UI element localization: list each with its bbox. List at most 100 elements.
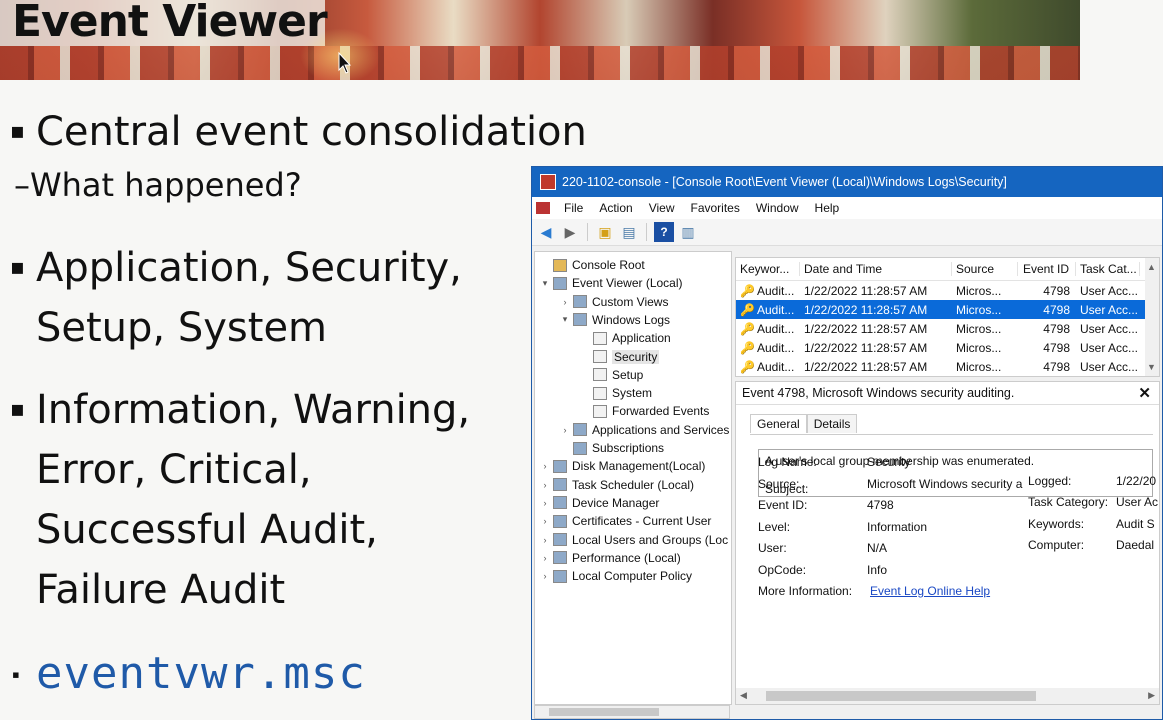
bullet-text: Setup, System <box>36 305 328 351</box>
menu-file[interactable]: File <box>556 201 591 215</box>
event-cell: 🔑 Audit... <box>736 360 800 374</box>
tree-horizontal-scrollbar[interactable] <box>534 705 730 719</box>
back-arrow-icon[interactable]: ◀ <box>536 222 556 242</box>
scroll-down-icon[interactable]: ▼ <box>1147 362 1156 372</box>
bullet-text: Central event consolidation <box>36 109 587 155</box>
tree-item-3[interactable]: ▾ Windows Logs <box>559 311 670 329</box>
window-menu-icon[interactable] <box>536 202 550 214</box>
tree-item-17[interactable]: › Local Computer Policy <box>539 567 693 585</box>
tab-general[interactable]: General <box>750 414 807 433</box>
tab-details[interactable]: Details <box>806 414 858 433</box>
tree-item-5[interactable]: Security <box>579 348 660 366</box>
event-row[interactable]: 🔑 Audit... 1/22/2022 11:28:57 AM Micros... 4… <box>736 319 1159 338</box>
event-cell: Micros... <box>956 321 1002 336</box>
expand-chevron-icon[interactable]: › <box>539 516 551 526</box>
expand-chevron-icon[interactable]: › <box>539 461 551 471</box>
tree-item-10[interactable]: Subscriptions <box>559 439 664 457</box>
expand-chevron-icon[interactable]: › <box>539 553 551 563</box>
menu-help[interactable]: Help <box>807 201 848 215</box>
window-title: 220-1102-console - [Console Root\Event V… <box>562 175 1007 189</box>
scroll-up-icon[interactable]: ▲ <box>1147 262 1156 272</box>
tree-item-label: Certificates - Current User <box>572 514 712 529</box>
window-titlebar[interactable]: 220-1102-console - [Console Root\Event V… <box>532 167 1162 197</box>
sub-dash: – <box>14 166 30 204</box>
bullet-text: Application, Security, <box>36 245 462 291</box>
tree-item-11[interactable]: › Disk Management(Local) <box>539 457 706 475</box>
expand-chevron-icon[interactable]: › <box>539 571 551 581</box>
menu-window[interactable]: Window <box>748 201 807 215</box>
tree-item-7[interactable]: System <box>579 384 652 402</box>
tree-item-label: Forwarded Events <box>612 404 710 419</box>
tree-item-6[interactable]: Setup <box>579 366 643 384</box>
event-detail-header: Event 4798, Microsoft Windows security a… <box>736 382 1159 405</box>
detail-tabs: General Details <box>750 414 858 433</box>
expand-chevron-icon[interactable]: › <box>539 480 551 490</box>
scrollbar-thumb[interactable] <box>766 691 1036 701</box>
event-row[interactable]: 🔑 Audit... 1/22/2022 11:28:57 AM Micros... 4… <box>736 300 1159 319</box>
event-row[interactable]: 🔑 Audit... 1/22/2022 11:28:57 AM Micros... 4… <box>736 281 1159 300</box>
help-icon[interactable]: ? <box>654 222 674 242</box>
tree-item-1[interactable]: ▾ Event Viewer (Local) <box>539 274 683 292</box>
event-cell: 1/22/2022 11:28:57 AM <box>804 359 928 374</box>
expand-chevron-icon[interactable]: ▾ <box>539 278 551 289</box>
folder-icon <box>553 496 567 510</box>
column-task-category[interactable]: Task Cat... <box>1076 262 1140 276</box>
tree-item-0[interactable]: Console Root <box>539 256 645 274</box>
field-label: More Information: <box>758 584 853 598</box>
column-keywords[interactable]: Keywor... <box>736 262 800 276</box>
tree-item-8[interactable]: Forwarded Events <box>579 402 709 420</box>
event-cell: User Acc... <box>1080 302 1139 317</box>
menu-action[interactable]: Action <box>591 201 640 215</box>
field-label: Event ID: <box>758 498 808 512</box>
event-cell: User Acc... <box>1080 321 1139 336</box>
expand-chevron-icon[interactable]: › <box>559 425 571 435</box>
console-app-icon <box>540 174 556 190</box>
event-row[interactable]: 🔑 Audit... 1/22/2022 11:28:57 AM Micros... 4… <box>736 338 1159 357</box>
event-keyword: Audit... <box>757 321 795 336</box>
menu-view[interactable]: View <box>641 201 683 215</box>
show-action-pane-icon[interactable]: ▥ <box>678 222 698 242</box>
field-label: Logged: <box>1028 474 1072 488</box>
field-value: User Ac <box>1116 495 1159 509</box>
detail-horizontal-scrollbar[interactable]: ◀ ▶ <box>736 688 1159 704</box>
scrollbar-thumb[interactable] <box>549 708 659 716</box>
field-label: Source: <box>758 477 800 491</box>
event-log-help-link[interactable]: Event Log Online Help <box>870 584 990 598</box>
sub-bullet-what-happened: –What happened? <box>14 166 302 204</box>
forward-arrow-icon[interactable]: ▶ <box>560 222 580 242</box>
expand-chevron-icon[interactable]: › <box>539 535 551 545</box>
expand-chevron-icon[interactable]: › <box>559 297 571 307</box>
event-row[interactable]: 🔑 Audit... 1/22/2022 11:28:57 AM Micros... 4… <box>736 357 1159 376</box>
expand-chevron-icon[interactable]: ▾ <box>559 314 571 325</box>
column-event-id[interactable]: Event ID <box>1018 262 1076 276</box>
tree-item-2[interactable]: › Custom Views <box>559 293 669 311</box>
tree-item-13[interactable]: › Device Manager <box>539 494 660 512</box>
field-value: 4798 <box>867 498 894 512</box>
column-date-time[interactable]: Date and Time <box>800 262 952 276</box>
audit-key-icon: 🔑 <box>740 321 755 336</box>
tree-item-label: Console Root <box>572 258 645 272</box>
tree-item-16[interactable]: › Performance (Local) <box>539 549 681 567</box>
event-cell: User Acc... <box>1080 283 1139 298</box>
expand-chevron-icon[interactable]: › <box>539 498 551 508</box>
tree-item-9[interactable]: › Applications and Services <box>559 421 730 439</box>
tree-item-label: Subscriptions <box>592 441 665 455</box>
tree-item-label: Event Viewer (Local) <box>572 276 683 291</box>
tree-item-4[interactable]: Application <box>579 329 671 347</box>
tree-item-12[interactable]: › Task Scheduler (Local) <box>539 476 695 494</box>
scroll-left-icon[interactable]: ◀ <box>740 690 747 701</box>
close-icon[interactable]: ✕ <box>1138 384 1151 402</box>
column-source[interactable]: Source <box>952 262 1018 276</box>
tree-item-14[interactable]: › Certificates - Current User <box>539 512 712 530</box>
show-hide-tree-icon[interactable]: ▤ <box>619 222 639 242</box>
up-folder-icon[interactable]: ▣ <box>595 222 615 242</box>
event-cell: 4798 <box>1043 359 1070 374</box>
event-list-vertical-scrollbar[interactable]: ▲ ▼ <box>1145 258 1159 376</box>
scroll-right-icon[interactable]: ▶ <box>1148 690 1155 701</box>
field-value: Audit S <box>1116 517 1155 531</box>
tree-item-15[interactable]: › Local Users and Groups (Loc <box>539 531 729 549</box>
field-label: Computer: <box>1028 538 1085 552</box>
menu-bar: File Action View Favorites Window Help <box>532 197 1162 219</box>
menu-favorites[interactable]: Favorites <box>683 201 748 215</box>
tree-item-label: Performance (Local) <box>572 550 681 565</box>
